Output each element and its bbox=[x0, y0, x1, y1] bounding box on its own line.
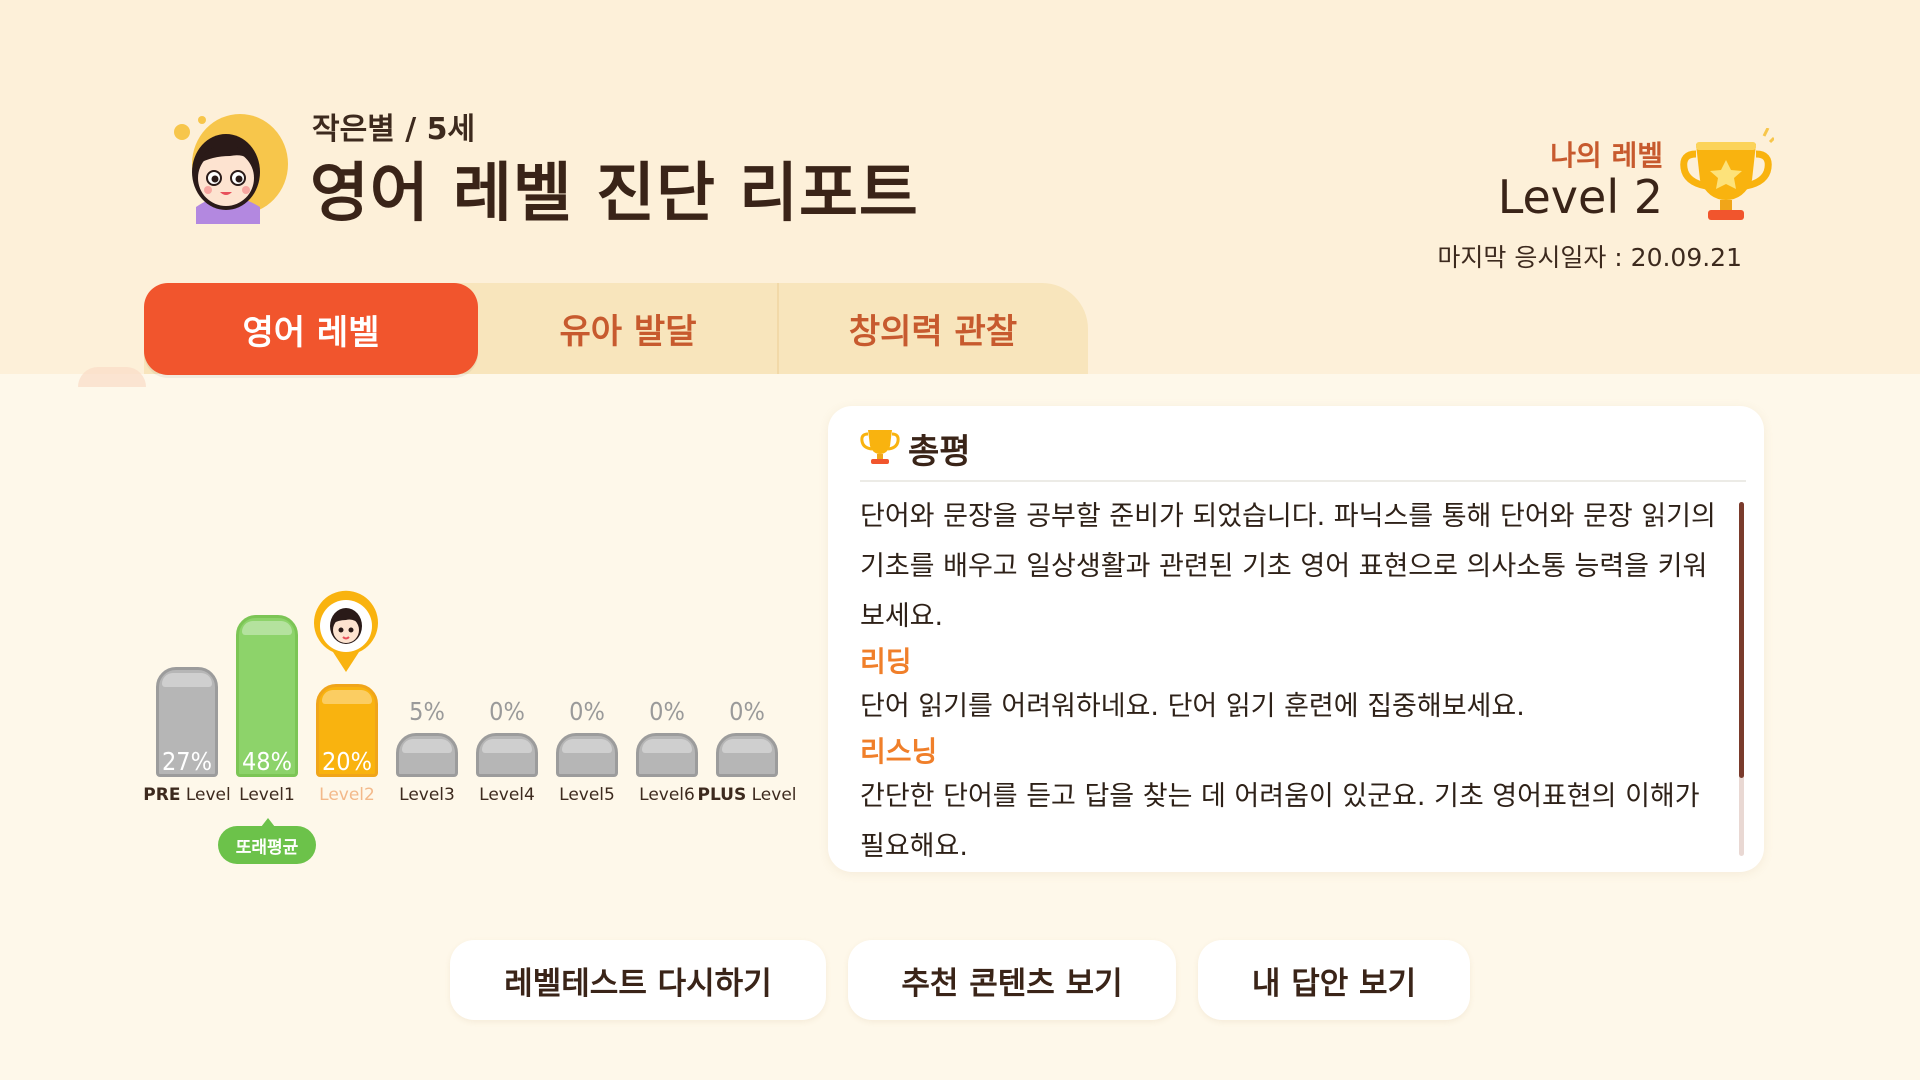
tab-creativity[interactable]: 창의력 관찰 bbox=[778, 283, 1088, 374]
level-percent: 20% bbox=[322, 747, 372, 776]
reading-text: 단어 읽기를 어려워하네요. 단어 읽기 훈련에 집중해보세요. bbox=[860, 691, 1525, 722]
child-avatar bbox=[168, 112, 288, 224]
my-level-label: 나의 레벨 bbox=[1550, 139, 1663, 172]
my-answers-button[interactable]: 내 답안 보기 bbox=[1198, 940, 1470, 1020]
level-label: PLUS Level bbox=[697, 785, 797, 805]
level-bar bbox=[636, 733, 698, 777]
listening-text: 간단한 단어를 듣고 답을 찾는 데 어려움이 있군요. 기초 영어표현의 이해… bbox=[860, 781, 1700, 862]
level-percent: 5% bbox=[409, 697, 445, 726]
trophy-icon bbox=[1678, 127, 1776, 228]
trophy-icon bbox=[860, 424, 900, 466]
decor-shape bbox=[78, 367, 146, 387]
level-bar bbox=[476, 733, 538, 777]
summary-title: 총평 bbox=[908, 432, 971, 472]
level-percent: 0% bbox=[569, 697, 605, 726]
level-bar bbox=[396, 733, 458, 777]
listening-heading: 리스닝 bbox=[860, 735, 938, 768]
my-level-marker bbox=[311, 590, 381, 674]
reading-heading: 리딩 bbox=[860, 645, 912, 678]
level-percent: 0% bbox=[729, 697, 765, 726]
page-title: 영어 레벨 진단 리포트 bbox=[310, 157, 919, 231]
level-label-prefix: PRE bbox=[143, 785, 181, 805]
my-level-value: Level 2 bbox=[1497, 170, 1663, 224]
summary-card: 총평 단어와 문장을 공부할 준비가 되었습니다. 파닉스를 통해 단어와 문장… bbox=[828, 406, 1764, 872]
peer-average-badge: 또래평균 bbox=[218, 818, 316, 864]
level-bar bbox=[716, 733, 778, 777]
report-tabs: 영어 레벨 유아 발달 창의력 관찰 bbox=[144, 283, 1088, 375]
level-percent: 0% bbox=[489, 697, 525, 726]
last-test-date: 마지막 응시일자 : 20.09.21 bbox=[1437, 243, 1742, 272]
avatar-illustration bbox=[174, 114, 288, 224]
retake-test-button[interactable]: 레벨테스트 다시하기 bbox=[450, 940, 826, 1020]
summary-divider bbox=[860, 480, 1746, 482]
tab-english-level[interactable]: 영어 레벨 bbox=[144, 283, 478, 375]
level-bar bbox=[556, 733, 618, 777]
recommended-content-button[interactable]: 추천 콘텐츠 보기 bbox=[848, 940, 1176, 1020]
level-label-prefix: PLUS bbox=[697, 785, 747, 805]
level-percent: 0% bbox=[649, 697, 685, 726]
tab-child-development[interactable]: 유아 발달 bbox=[478, 283, 778, 374]
level-percent: 48% bbox=[242, 747, 292, 776]
scrollbar-thumb[interactable] bbox=[1739, 502, 1744, 778]
level-distribution-chart: 27% PRE Level 48% Level1 20% Level2 5% Level3 0%… bbox=[140, 580, 800, 860]
level-percent: 27% bbox=[162, 747, 212, 776]
summary-intro: 단어와 문장을 공부할 준비가 되었습니다. 파닉스를 통해 단어와 문장 읽기… bbox=[860, 501, 1716, 632]
summary-body[interactable]: 단어와 문장을 공부할 준비가 되었습니다. 파닉스를 통해 단어와 문장 읽기… bbox=[860, 492, 1720, 862]
